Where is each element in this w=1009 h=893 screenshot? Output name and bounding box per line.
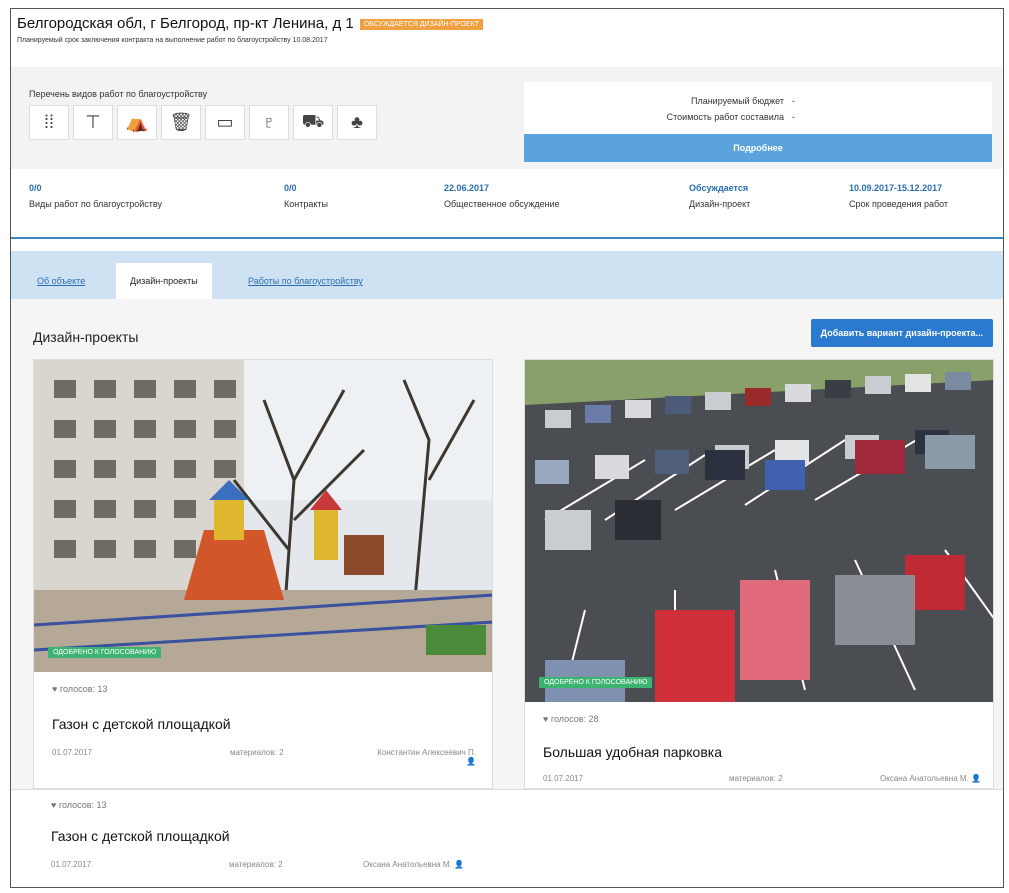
playground-photo: ОДОБРЕНО К ГОЛОСОВАНИЮ — [34, 360, 492, 672]
fence-icon[interactable]: ▭ — [205, 105, 245, 140]
parking-icon[interactable]: ⛟ — [293, 105, 333, 140]
card-title[interactable]: Большая удобная парковка — [543, 744, 722, 760]
user-icon: 👤 — [453, 860, 464, 869]
parking-photo: ОДОБРЕНО К ГОЛОСОВАНИЮ — [525, 360, 993, 702]
object-address: Белгородская обл, г Белгород, пр-кт Лени… — [17, 15, 483, 32]
heart-icon: ♥ — [52, 684, 58, 694]
card-materials: материалов: 2 — [229, 860, 283, 869]
project-page: Белгородская обл, г Белгород, пр-кт Лени… — [10, 8, 1004, 888]
works-list-title: Перечень видов работ по благоустройству — [29, 89, 208, 99]
page-header: Белгородская обл, г Белгород, пр-кт Лени… — [11, 9, 1003, 64]
approved-for-voting-badge: ОДОБРЕНО К ГОЛОСОВАНИЮ — [539, 677, 653, 688]
card-date: 01.07.2017 — [52, 748, 93, 757]
stat-contracts: 0/0 Контракты — [284, 183, 328, 209]
card-author: Оксана Анатольевна М. 👤 — [363, 860, 464, 869]
design-project-card[interactable]: ОДОБРЕНО К ГОЛОСОВАНИЮ ♥ голосов: 28 Бол… — [524, 359, 994, 789]
card-author: Константин Алексеевич П. 👤 — [377, 748, 476, 766]
planned-budget-label: Планируемый бюджет — [690, 96, 784, 106]
tabs-bar: Об объекте Дизайн-проекты Работы по благ… — [11, 251, 1003, 299]
works-panel: Перечень видов работ по благоустройству … — [11, 67, 1003, 169]
card-title[interactable]: Газон с детской площадкой — [52, 716, 231, 732]
status-badge: ОБСУЖДАЕТСЯ ДИЗАЙН-ПРОЕКТ — [359, 19, 483, 30]
add-design-project-button[interactable]: Добавить вариант дизайн-проекта... — [810, 319, 993, 347]
section-title: Дизайн-проекты — [33, 329, 139, 345]
card-date: 01.07.2017 — [51, 860, 92, 869]
votes-count: ♥ голосов: 28 — [543, 714, 599, 724]
user-icon: 👤 — [466, 757, 476, 766]
planned-budget-value: - — [792, 96, 795, 106]
card-materials: материалов: 2 — [729, 774, 783, 783]
playground-image — [34, 360, 492, 672]
heart-icon: ♥ — [543, 714, 549, 724]
greenery-icon[interactable]: ♣ — [337, 105, 377, 140]
card-materials: материалов: 2 — [230, 748, 284, 757]
stats-row: 0/0 Виды работ по благоустройству 0/0 Ко… — [11, 169, 1003, 239]
heart-icon: ♥ — [51, 800, 57, 810]
design-project-list-item[interactable]: ♥ голосов: 13 Газон с детской площадкой … — [11, 789, 1003, 887]
votes-count: ♥ голосов: 13 — [52, 684, 108, 694]
card-author: Оксана Анатольевна М. 👤 — [880, 774, 981, 783]
tab-improvement-works[interactable]: Работы по благоустройству — [234, 263, 377, 299]
lamp-post-icon[interactable]: ⊤ — [73, 105, 113, 140]
work-cost-label: Стоимость работ составила — [666, 112, 784, 122]
tab-design-projects[interactable]: Дизайн-проекты — [116, 263, 212, 299]
street-light-icon[interactable]: ♇ — [249, 105, 289, 140]
design-project-card[interactable]: ОДОБРЕНО К ГОЛОСОВАНИЮ ♥ голосов: 13 Газ… — [33, 359, 493, 789]
tab-about[interactable]: Об объекте — [23, 263, 99, 299]
stat-work-types: 0/0 Виды работ по благоустройству — [29, 183, 162, 209]
works-icons: ⁞⁞ ⊤ ⛺ 🗑 ▭ ♇ ⛟ ♣ — [29, 105, 381, 140]
stat-public-discussion: 22.06.2017 Общественное обсуждение — [444, 183, 560, 209]
bench-icon[interactable]: ⁞⁞ — [29, 105, 69, 140]
more-details-button[interactable]: Подробнее — [524, 134, 992, 162]
trash-bin-icon[interactable]: 🗑 — [161, 105, 201, 140]
work-cost-value: - — [792, 112, 795, 122]
playground-icon[interactable]: ⛺ — [117, 105, 157, 140]
contract-plan-text: Планируемый срок заключения контракта на… — [17, 37, 328, 44]
user-icon: 👤 — [971, 774, 981, 783]
stat-work-period: 10.09.2017-15.12.2017 Срок проведения ра… — [849, 183, 949, 209]
budget-box: Планируемый бюджет - Стоимость работ сос… — [524, 82, 992, 162]
approved-for-voting-badge: ОДОБРЕНО К ГОЛОСОВАНИЮ — [48, 647, 162, 658]
parking-image — [525, 360, 993, 702]
card-date: 01.07.2017 — [543, 774, 584, 783]
stat-design-project: Обсуждается Дизайн-проект — [689, 183, 751, 209]
card-title[interactable]: Газон с детской площадкой — [51, 828, 230, 844]
votes-count: ♥ голосов: 13 — [51, 800, 107, 810]
